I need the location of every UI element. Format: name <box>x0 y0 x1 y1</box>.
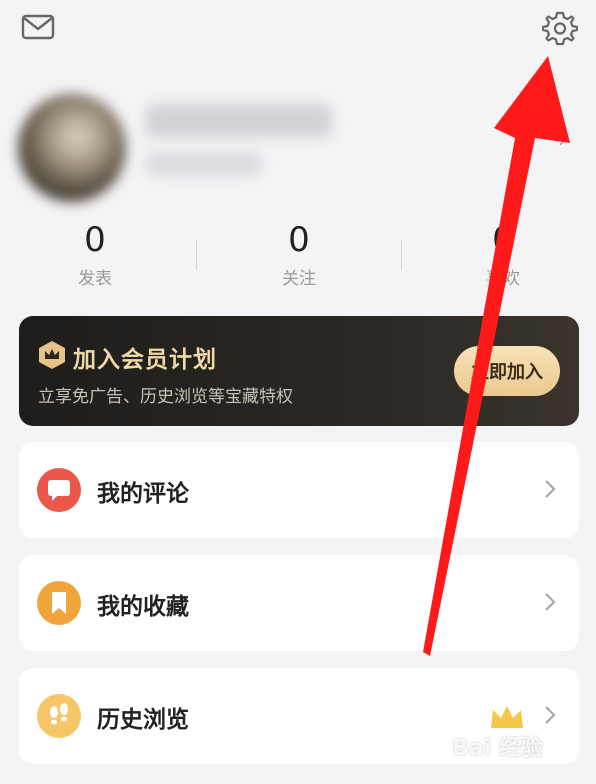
divider <box>401 240 402 270</box>
stat-value: 0 <box>288 220 310 260</box>
vip-title: 加入会员计划 <box>73 347 217 373</box>
top-bar <box>0 0 596 60</box>
stat-following[interactable]: 0 关注 <box>224 218 374 289</box>
stat-value: 0 <box>492 220 514 260</box>
chevron-right-icon: › <box>558 128 566 152</box>
footprints-icon <box>37 694 81 738</box>
stat-label: 关注 <box>282 269 316 289</box>
mail-icon[interactable] <box>20 12 56 42</box>
avatar[interactable] <box>18 94 126 202</box>
stat-value: 0 <box>84 220 106 260</box>
comment-bubble-icon <box>37 468 81 512</box>
chevron-right-icon <box>543 591 557 613</box>
user-subtitle-blurred <box>146 152 262 176</box>
vip-banner[interactable]: 加入会员计划 立享免广告、历史浏览等宝藏特权 立即加入 <box>19 316 579 426</box>
profile-section[interactable]: › <box>0 82 596 202</box>
bookmark-icon <box>37 581 81 625</box>
menu-item-comments[interactable]: 我的评论 <box>19 442 579 538</box>
stats-row: 0 发表 0 关注 0 喜欢 <box>0 218 596 298</box>
menu-item-favorites[interactable]: 我的收藏 <box>19 555 579 651</box>
join-vip-button[interactable]: 立即加入 <box>454 346 560 396</box>
divider <box>196 240 197 270</box>
stat-label: 发表 <box>78 269 112 289</box>
stat-label: 喜欢 <box>486 269 520 289</box>
stat-posts[interactable]: 0 发表 <box>20 218 170 289</box>
vip-description: 立享免广告、历史浏览等宝藏特权 <box>38 387 293 407</box>
crown-hexagon-icon <box>38 340 66 370</box>
chevron-right-icon <box>543 478 557 500</box>
menu-item-label: 历史浏览 <box>97 707 189 733</box>
chevron-right-icon <box>543 704 557 726</box>
username-blurred <box>146 104 332 138</box>
menu-item-label: 我的收藏 <box>97 594 189 620</box>
stat-likes[interactable]: 0 喜欢 <box>428 218 578 289</box>
menu-item-label: 我的评论 <box>97 481 189 507</box>
crown-badge-icon <box>489 704 525 732</box>
gear-icon[interactable] <box>541 10 579 46</box>
watermark: Bai 经验 <box>452 736 543 761</box>
